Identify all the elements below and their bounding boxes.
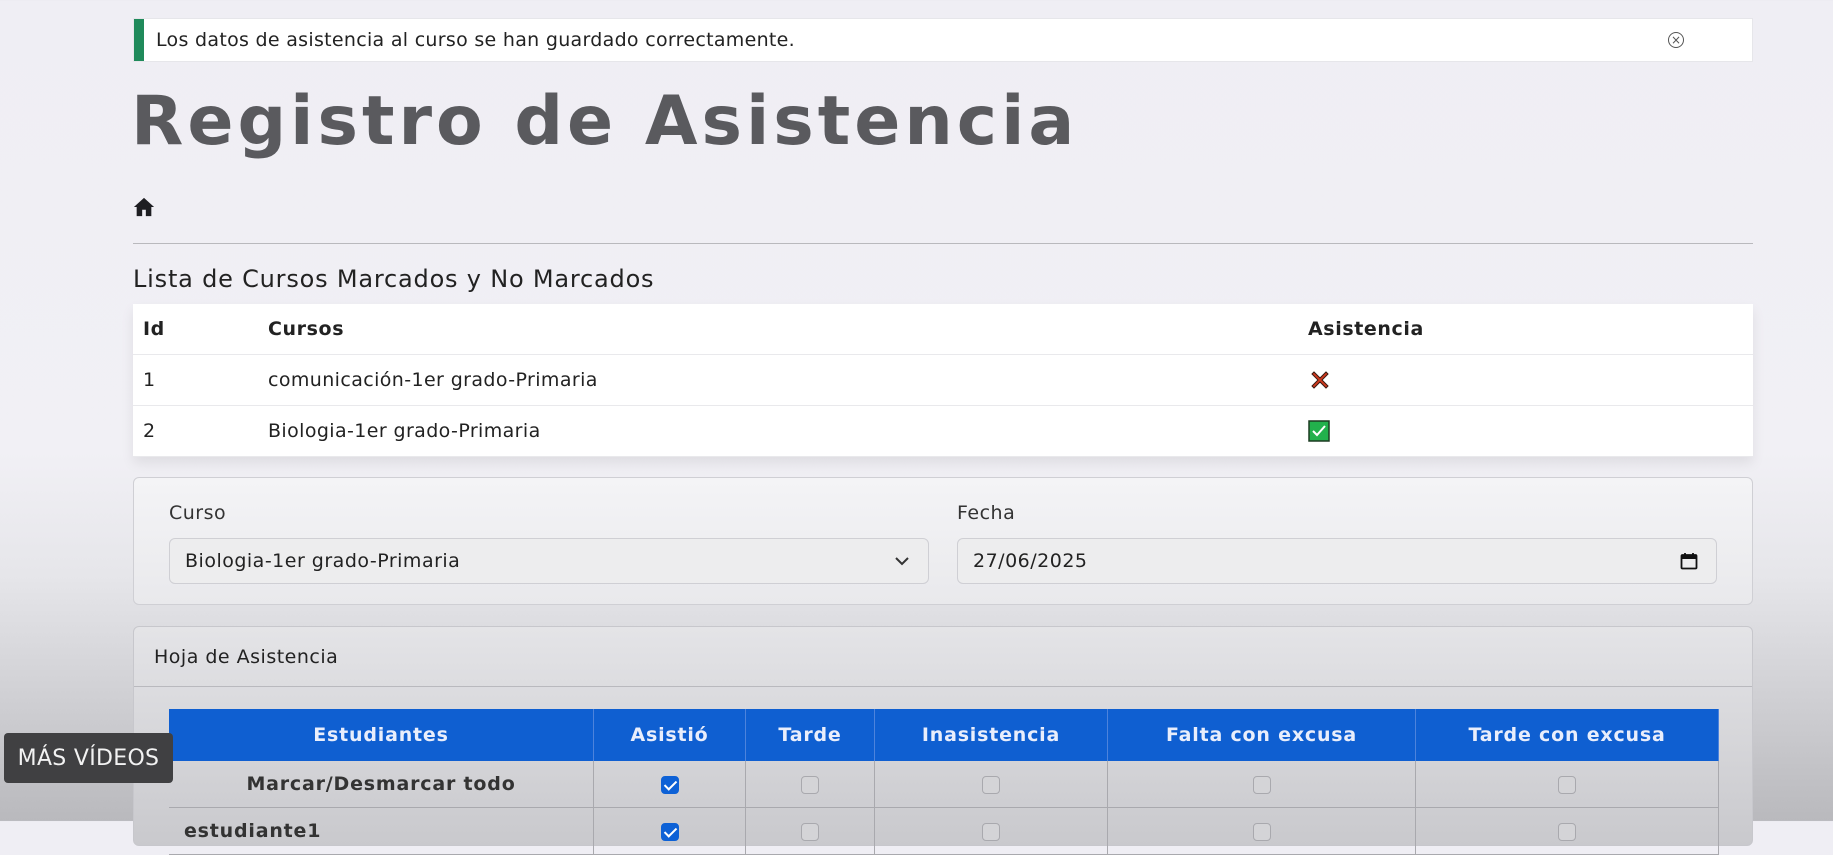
table-row: Marcar/Desmarcar todo (169, 761, 1719, 808)
absence-cell (874, 761, 1108, 808)
checkbox-excused-absence[interactable] (1252, 775, 1271, 794)
chevron-down-icon (895, 557, 909, 566)
checkbox-late[interactable] (801, 775, 819, 794)
check-box-icon (1308, 420, 1330, 442)
date-label: Fecha (957, 502, 1016, 524)
alert-message: Los datos de asistencia al curso se han … (156, 29, 795, 51)
table-row: 1 comunicación-1er grado-Primaria (133, 354, 1753, 406)
toggle-all-label: Marcar/Desmarcar todo (169, 761, 594, 808)
column-header-excused-late: Tarde con excusa (1415, 709, 1719, 761)
date-input-value: 27/06/2025 (973, 550, 1088, 572)
close-circle-icon[interactable]: × (1668, 32, 1684, 48)
table-row: estudiante1 (169, 807, 1719, 855)
excused-absence-cell (1107, 807, 1416, 855)
column-header-attendance: Asistencia (1298, 304, 1753, 355)
checkbox-excused-late[interactable] (1558, 775, 1576, 794)
attended-cell (593, 761, 746, 808)
checkbox-excused-absence[interactable] (1252, 822, 1271, 841)
success-alert: Los datos de asistencia al curso se han … (133, 18, 1753, 62)
course-id: 1 (133, 354, 258, 406)
attendance-table: Estudiantes Asistió Tarde Inasistencia F… (169, 709, 1719, 855)
home-icon[interactable] (133, 196, 155, 218)
courses-table: Id Cursos Asistencia 1 comunicación-1er … (133, 304, 1753, 457)
attendance-header-row: Estudiantes Asistió Tarde Inasistencia F… (169, 709, 1719, 761)
late-cell (745, 807, 875, 855)
course-select-value: Biologia-1er grado-Primaria (185, 550, 461, 572)
course-name: Biologia-1er grado-Primaria (258, 405, 1298, 457)
attendance-sheet: Hoja de Asistencia Estudiantes Asistió T… (133, 626, 1753, 855)
alert-accent-bar (134, 19, 144, 61)
course-select[interactable]: Biologia-1er grado-Primaria (169, 538, 929, 584)
cross-mark-icon (1311, 371, 1329, 389)
checkbox-absence[interactable] (982, 822, 1000, 841)
late-cell (745, 761, 875, 808)
course-label: Curso (169, 502, 227, 524)
column-header-excused-absence: Falta con excusa (1107, 709, 1416, 761)
courses-header-row: Id Cursos Asistencia (133, 304, 1753, 355)
date-input[interactable]: 27/06/2025 (957, 538, 1717, 584)
more-videos-button[interactable]: MÁS VÍDEOS (4, 733, 173, 783)
table-row: 2 Biologia-1er grado-Primaria (133, 405, 1753, 457)
excused-late-cell (1415, 807, 1719, 855)
course-id: 2 (133, 405, 258, 457)
sheet-title: Hoja de Asistencia (134, 627, 1752, 687)
checkbox-excused-late[interactable] (1558, 822, 1576, 841)
column-header-absence: Inasistencia (874, 709, 1108, 761)
column-header-id: Id (133, 304, 258, 355)
courses-heading: Lista de Cursos Marcados y No Marcados (133, 265, 655, 293)
attended-cell (593, 807, 746, 855)
column-header-late: Tarde (745, 709, 875, 761)
calendar-icon[interactable] (1680, 552, 1698, 570)
filter-card: Curso Biologia-1er grado-Primaria Fecha … (133, 477, 1753, 605)
page-title: Registro de Asistencia (131, 82, 1079, 161)
divider (133, 243, 1753, 244)
absence-cell (874, 807, 1108, 855)
excused-absence-cell (1107, 761, 1416, 808)
course-name: comunicación-1er grado-Primaria (258, 354, 1298, 406)
column-header-courses: Cursos (258, 304, 1298, 355)
attendance-status (1298, 354, 1753, 406)
column-header-attended: Asistió (593, 709, 746, 761)
column-header-students: Estudiantes (169, 709, 594, 761)
attendance-status (1298, 405, 1753, 457)
student-name: estudiante1 (169, 807, 594, 855)
excused-late-cell (1415, 761, 1719, 808)
checkbox-late[interactable] (801, 822, 819, 841)
checkbox-attended[interactable] (660, 822, 679, 841)
checkbox-absence[interactable] (982, 775, 1000, 794)
checkbox-attended[interactable] (660, 775, 679, 794)
